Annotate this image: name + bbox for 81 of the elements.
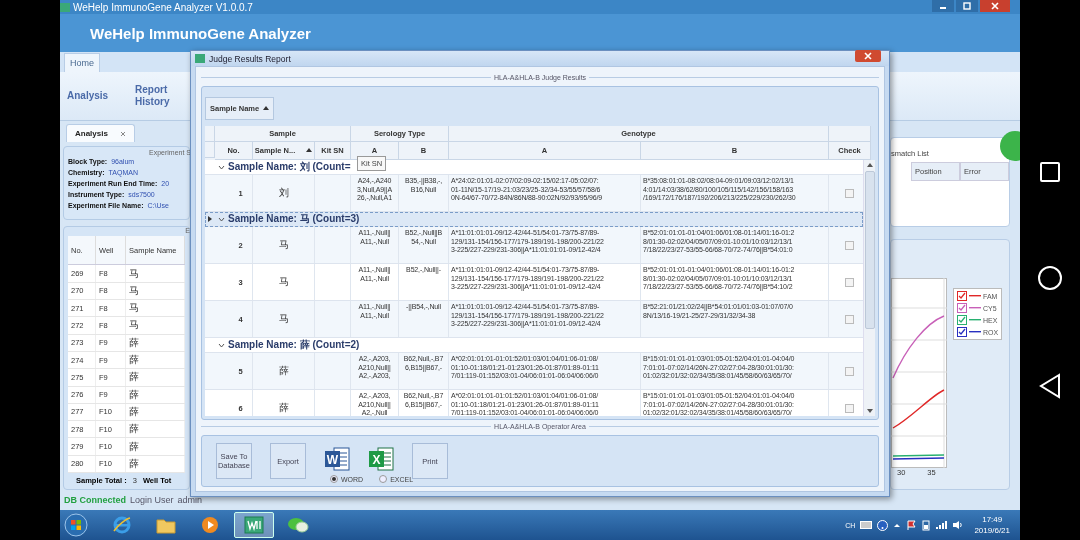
table-cell: 马 bbox=[126, 282, 185, 300]
maximize-button[interactable] bbox=[956, 0, 978, 12]
start-button[interactable] bbox=[64, 513, 88, 537]
document-tab[interactable]: Analysis bbox=[66, 124, 135, 143]
column-group-header bbox=[829, 126, 871, 142]
app-logo-icon bbox=[60, 2, 70, 12]
radio-icon[interactable] bbox=[379, 475, 388, 483]
table-cell: 马 bbox=[126, 317, 185, 334]
ribbon-button[interactable]: Analysis bbox=[67, 90, 107, 102]
checkbox[interactable] bbox=[845, 403, 854, 413]
battery-icon[interactable] bbox=[922, 519, 931, 531]
checkbox[interactable] bbox=[845, 240, 854, 250]
checkbox[interactable] bbox=[957, 315, 967, 325]
table-cell: 薛 bbox=[253, 390, 315, 416]
table-cell: 薛 bbox=[126, 421, 185, 438]
checkbox[interactable] bbox=[845, 188, 854, 198]
ribbon-button[interactable]: Report History bbox=[135, 84, 175, 108]
table-cell: 马 bbox=[126, 300, 185, 317]
chevron-icon[interactable] bbox=[218, 342, 225, 348]
scroll-down-icon[interactable] bbox=[866, 409, 873, 413]
table-row[interactable] bbox=[205, 227, 864, 264]
checkbox[interactable] bbox=[845, 366, 854, 376]
minimize-button[interactable] bbox=[932, 0, 954, 12]
taskbar-app-button[interactable] bbox=[234, 512, 274, 538]
table-cell: 薛 bbox=[126, 455, 185, 472]
keyboard-icon[interactable] bbox=[860, 520, 873, 530]
table-cell: 马 bbox=[253, 227, 315, 263]
table-cell: 薛 bbox=[126, 438, 185, 455]
radio-icon[interactable] bbox=[330, 475, 338, 483]
checkbox[interactable] bbox=[957, 303, 967, 313]
login-label: Login User bbox=[130, 495, 174, 505]
row-pointer-icon bbox=[208, 216, 212, 222]
table-cell: 马 bbox=[253, 301, 315, 337]
close-icon bbox=[991, 2, 999, 10]
speaker-icon[interactable] bbox=[952, 520, 964, 530]
scrollbar[interactable] bbox=[863, 160, 875, 416]
dialog-title: Judge Results Report bbox=[209, 53, 292, 64]
table-cell: 马 bbox=[253, 264, 315, 300]
help-icon[interactable] bbox=[877, 519, 889, 531]
ribbon-tab[interactable]: Home bbox=[64, 53, 100, 72]
chevron-icon[interactable] bbox=[218, 216, 225, 222]
chevron-icon[interactable] bbox=[218, 164, 225, 170]
signal-icon[interactable] bbox=[935, 520, 948, 530]
close-icon bbox=[864, 51, 872, 60]
close-icon[interactable] bbox=[119, 130, 126, 137]
scroll-thumb[interactable] bbox=[864, 171, 875, 329]
login-user: admin bbox=[177, 495, 203, 505]
table-cell: 薛 bbox=[126, 386, 185, 403]
scroll-up-icon[interactable] bbox=[866, 163, 873, 167]
recent-apps-icon[interactable] bbox=[1039, 161, 1061, 183]
home-icon[interactable] bbox=[1037, 265, 1063, 291]
maximize-icon bbox=[963, 2, 971, 10]
close-button[interactable] bbox=[980, 0, 1010, 12]
app-logo-icon bbox=[195, 54, 205, 63]
table-row[interactable] bbox=[205, 175, 864, 212]
clock-time[interactable]: 17:49 bbox=[982, 514, 1003, 525]
table-cell: 马 bbox=[126, 265, 185, 282]
clock-date[interactable]: 2019/6/21 bbox=[974, 525, 1010, 536]
flag-icon[interactable] bbox=[906, 519, 918, 531]
table-cell: 薛 bbox=[126, 351, 185, 369]
table-cell: 薛 bbox=[126, 334, 185, 351]
checkbox[interactable] bbox=[957, 291, 967, 301]
checkbox[interactable] bbox=[957, 327, 967, 337]
app-logo-icon bbox=[244, 516, 264, 534]
table-cell: 薛 bbox=[253, 353, 315, 389]
app-heading: WeHelp ImmunoGene Analyzer bbox=[90, 24, 311, 42]
checkbox[interactable] bbox=[845, 277, 854, 287]
table-cell: 刘 bbox=[253, 175, 315, 211]
browser-icon bbox=[112, 515, 132, 535]
folder-icon bbox=[156, 516, 176, 534]
table-row[interactable] bbox=[205, 301, 864, 338]
table-row[interactable] bbox=[205, 353, 864, 390]
window-title: WeHelp ImmunoGene Analyzer V1.0.0.7 bbox=[73, 1, 254, 13]
back-icon[interactable] bbox=[1038, 373, 1062, 399]
connection-status: DB Connected bbox=[64, 495, 126, 505]
chat-icon bbox=[287, 516, 309, 534]
table-cell: 薛 bbox=[126, 369, 185, 386]
media-player-icon bbox=[201, 516, 219, 534]
table-cell: 薛 bbox=[126, 403, 185, 421]
group-row[interactable]: Sample Name: 马 (Count=3) bbox=[205, 212, 864, 227]
checkbox[interactable] bbox=[845, 314, 854, 324]
